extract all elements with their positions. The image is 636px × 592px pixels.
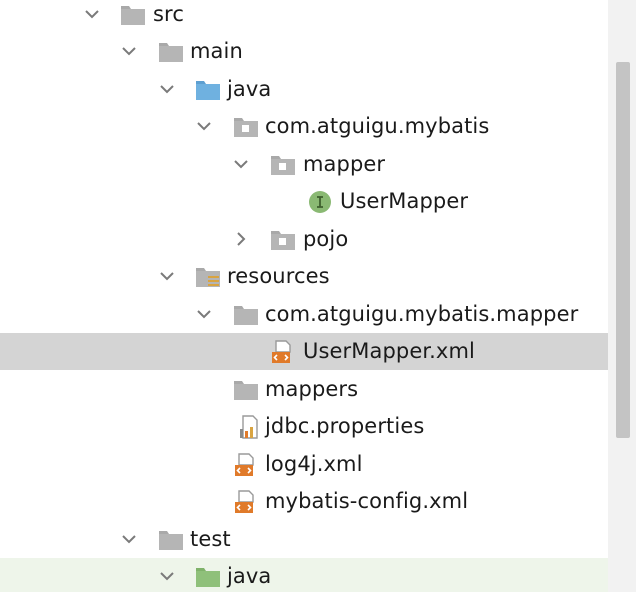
- chevron-down-icon[interactable]: [231, 146, 251, 183]
- tree-row-label: com.atguigu.mybatis.mapper: [265, 302, 579, 326]
- tree-row-test[interactable]: test: [0, 521, 636, 558]
- xml-file-icon: [233, 490, 259, 514]
- interface-icon: [307, 190, 333, 214]
- package-icon: [270, 153, 296, 177]
- tree-row-resource-dir-mapper[interactable]: com.atguigu.mybatis.mapper: [0, 296, 636, 333]
- chevron-down-icon[interactable]: [82, 0, 102, 33]
- tree-row-src[interactable]: src: [0, 0, 636, 33]
- package-icon: [270, 228, 296, 252]
- tree-row-label: UserMapper.xml: [303, 339, 475, 363]
- chevron-down-icon[interactable]: [194, 296, 214, 333]
- chevron-down-icon[interactable]: [157, 258, 177, 295]
- tree-row-resources[interactable]: resources: [0, 258, 636, 295]
- tree-row-label: java: [227, 77, 272, 101]
- xml-file-icon: [270, 340, 296, 364]
- vertical-scrollbar[interactable]: [608, 0, 636, 592]
- scrollbar-thumb[interactable]: [616, 62, 630, 438]
- tree-row-label: UserMapper: [340, 189, 469, 213]
- folder-icon: [233, 378, 259, 402]
- tree-row-label: main: [190, 39, 243, 63]
- resources-folder-icon: [195, 265, 221, 289]
- chevron-down-icon[interactable]: [119, 521, 139, 558]
- tree-row-label: pojo: [303, 227, 349, 251]
- tree-row-label: mybatis-config.xml: [265, 489, 469, 513]
- tree-row-label: mappers: [265, 377, 359, 401]
- tree-row-java-source[interactable]: java: [0, 71, 636, 108]
- tree-row-java-test[interactable]: java: [0, 558, 636, 592]
- chevron-down-icon[interactable]: [194, 108, 214, 145]
- project-tree: src main java com.atguigu.mybatis mapper…: [0, 0, 636, 592]
- chevron-down-icon[interactable]: [157, 71, 177, 108]
- properties-file-icon: [237, 415, 263, 439]
- folder-icon: [158, 40, 184, 64]
- tree-row-label: mapper: [303, 152, 386, 176]
- tree-row-usermapper-interface[interactable]: UserMapper: [0, 183, 636, 220]
- tree-row-label: java: [227, 564, 272, 588]
- folder-icon: [120, 3, 146, 27]
- folder-icon: [233, 303, 259, 327]
- chevron-down-icon[interactable]: [157, 558, 177, 592]
- tree-row-package-pojo[interactable]: pojo: [0, 221, 636, 258]
- xml-file-icon: [233, 453, 259, 477]
- test-source-folder-icon: [195, 565, 221, 589]
- tree-row-jdbc-properties[interactable]: jdbc.properties: [0, 408, 636, 445]
- chevron-down-icon[interactable]: [119, 33, 139, 70]
- tree-row-label: src: [153, 2, 184, 26]
- chevron-right-icon[interactable]: [231, 221, 251, 258]
- tree-row-label: resources: [227, 264, 330, 288]
- tree-row-package-mybatis[interactable]: com.atguigu.mybatis: [0, 108, 636, 145]
- tree-row-usermapper-xml[interactable]: UserMapper.xml: [0, 333, 636, 370]
- folder-icon: [158, 528, 184, 552]
- tree-row-package-mapper[interactable]: mapper: [0, 146, 636, 183]
- tree-row-label: com.atguigu.mybatis: [265, 114, 490, 138]
- tree-row-label: jdbc.properties: [265, 414, 425, 438]
- tree-row-mybatis-config-xml[interactable]: mybatis-config.xml: [0, 483, 636, 520]
- tree-row-main[interactable]: main: [0, 33, 636, 70]
- package-icon: [233, 115, 259, 139]
- source-folder-icon: [195, 78, 221, 102]
- tree-row-mappers[interactable]: mappers: [0, 371, 636, 408]
- tree-row-label: log4j.xml: [265, 452, 363, 476]
- tree-row-label: test: [190, 527, 231, 551]
- tree-row-log4j-xml[interactable]: log4j.xml: [0, 446, 636, 483]
